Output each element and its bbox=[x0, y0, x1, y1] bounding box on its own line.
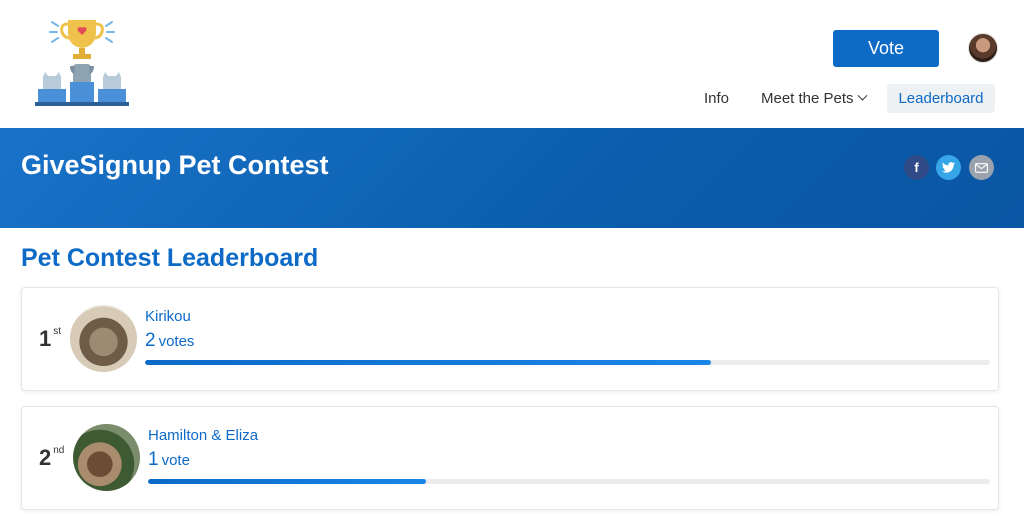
vote-number: 1 bbox=[148, 449, 159, 470]
email-icon[interactable] bbox=[969, 155, 994, 180]
nav-item-leaderboard[interactable]: Leaderboard bbox=[887, 84, 995, 113]
rank-number: 2 bbox=[39, 445, 52, 470]
vote-progress-fill bbox=[148, 479, 426, 484]
vote-unit: vote bbox=[161, 452, 190, 469]
rank-suffix: nd bbox=[53, 444, 65, 456]
nav-item-meet-the-pets[interactable]: Meet the Pets bbox=[761, 84, 868, 113]
chevron-down-icon bbox=[857, 90, 868, 101]
vote-progress-fill bbox=[145, 360, 712, 365]
envelope-glyph bbox=[975, 162, 988, 173]
twitter-bird-glyph bbox=[942, 162, 955, 173]
contest-banner: GiveSignup Pet Contest f bbox=[0, 128, 1024, 228]
vote-progress-bar bbox=[148, 479, 990, 484]
leaderboard-entry[interactable]: 1st Kirikou 2 votes bbox=[21, 287, 999, 391]
pet-name-link[interactable]: Hamilton & Eliza bbox=[148, 427, 258, 444]
nav-info-label: Info bbox=[704, 90, 730, 107]
user-avatar[interactable] bbox=[968, 33, 998, 63]
vote-count: 2 votes bbox=[145, 330, 194, 352]
leaderboard-title: Pet Contest Leaderboard bbox=[21, 244, 319, 272]
contest-title: GiveSignup Pet Contest bbox=[21, 150, 329, 180]
rank-label: 1st bbox=[39, 326, 61, 352]
vote-unit: votes bbox=[158, 333, 195, 350]
facebook-icon[interactable]: f bbox=[904, 155, 929, 180]
vote-progress-bar bbox=[145, 360, 990, 365]
trophy-pets-logo[interactable] bbox=[32, 12, 132, 112]
pet-name-link[interactable]: Kirikou bbox=[145, 308, 191, 325]
vote-button[interactable]: Vote bbox=[833, 30, 939, 67]
pet-photo[interactable] bbox=[70, 305, 137, 372]
twitter-icon[interactable] bbox=[936, 155, 961, 180]
nav-meet-pets-label: Meet the Pets bbox=[761, 90, 854, 107]
nav-item-info[interactable]: Info bbox=[704, 84, 729, 113]
rank-suffix: st bbox=[53, 325, 62, 337]
nav-leaderboard-label: Leaderboard bbox=[898, 90, 984, 107]
vote-count: 1 vote bbox=[148, 449, 190, 471]
pet-photo[interactable] bbox=[73, 424, 140, 491]
vote-number: 2 bbox=[145, 330, 156, 351]
leaderboard-entry[interactable]: 2nd Hamilton & Eliza 1 vote bbox=[21, 406, 999, 510]
top-navigation-bar: Vote Info Meet the Pets Leaderboard bbox=[0, 0, 1024, 128]
rank-number: 1 bbox=[39, 326, 52, 351]
rank-label: 2nd bbox=[39, 445, 64, 471]
